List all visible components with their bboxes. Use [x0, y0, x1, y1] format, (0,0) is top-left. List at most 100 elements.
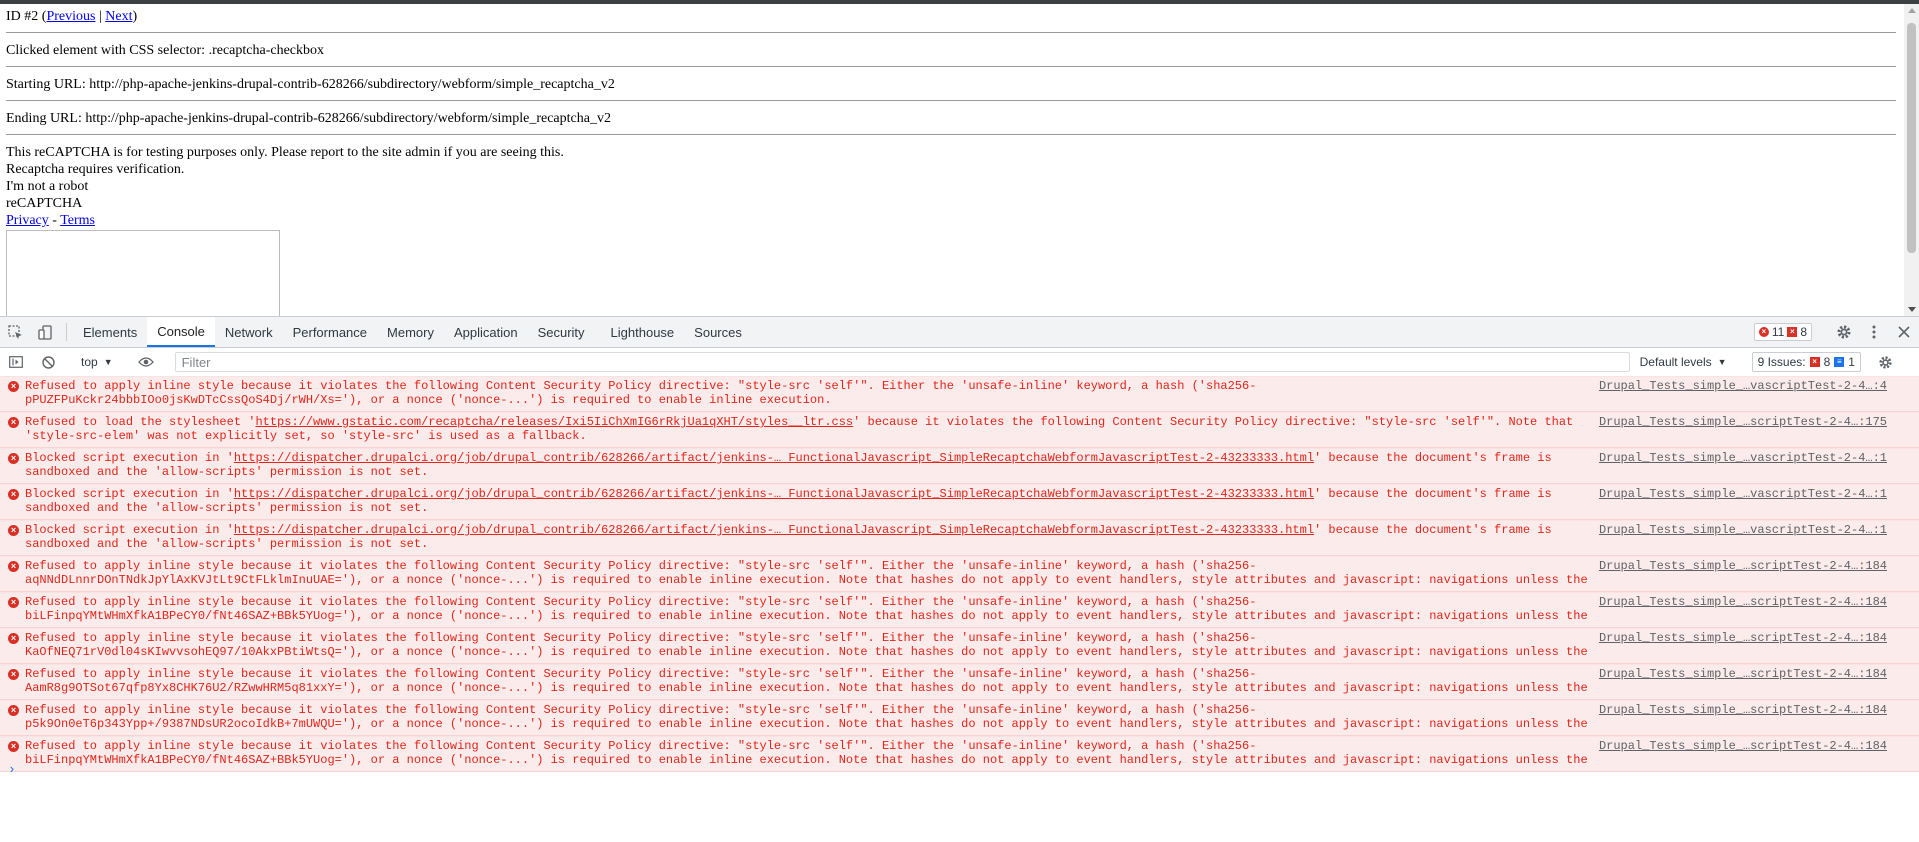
- message-text: Refused to load the stylesheet 'https://…: [25, 415, 1590, 443]
- tab-network[interactable]: Network: [215, 317, 283, 347]
- console-error-message: × Refused to load the stylesheet 'https:…: [0, 412, 1919, 448]
- message-text: Refused to apply inline style because it…: [25, 667, 1590, 695]
- message-url-link[interactable]: https://dispatcher.drupalci.org/job/drup…: [234, 523, 1314, 537]
- scrollbar-thumb[interactable]: [1907, 23, 1916, 253]
- tab-elements[interactable]: Elements: [73, 317, 147, 347]
- message-text: Refused to apply inline style because it…: [25, 559, 1590, 587]
- error-circle-icon: ×: [8, 381, 19, 392]
- divider: [6, 134, 1896, 135]
- message-text: Refused to apply inline style because it…: [25, 703, 1590, 731]
- console-error-message: × Refused to apply inline style because …: [0, 628, 1919, 664]
- recaptcha-links: Privacy - Terms: [6, 212, 1896, 229]
- message-line-2: biLFinpqYMtWHmXfkA1BPeCY0/fNt46SAZ+BBk5Y…: [25, 609, 1588, 623]
- console-error-message: × Refused to apply inline style because …: [0, 592, 1919, 628]
- settings-gear-icon[interactable]: [1829, 324, 1859, 340]
- warning-icon: ×: [1787, 327, 1798, 337]
- clear-console-icon[interactable]: [36, 348, 60, 376]
- message-text: Refused to apply inline style because it…: [25, 379, 1590, 407]
- message-url-link[interactable]: https://dispatcher.drupalci.org/job/drup…: [234, 487, 1314, 501]
- tab-security[interactable]: Security: [528, 317, 595, 347]
- message-line-2: p5k9On0eT6p343Ypp+/9387NDsUR2ocoIdkB+7mU…: [25, 717, 1588, 731]
- message-line-2: sandboxed and the 'allow-scripts' permis…: [25, 501, 429, 515]
- error-circle-icon: ×: [8, 561, 19, 572]
- privacy-link[interactable]: Privacy: [6, 213, 49, 228]
- scroll-down-arrow-icon[interactable]: [1908, 307, 1916, 312]
- issues-button[interactable]: 9 Issues: × 8 ≡ 1: [1751, 352, 1861, 372]
- recaptcha-brand: reCAPTCHA: [6, 196, 83, 211]
- id-line: ID #2 (Previous | Next): [6, 8, 1896, 25]
- message-source-link[interactable]: Drupal_Tests_simple_…scriptTest-2-4…:184: [1599, 703, 1887, 717]
- warning-count: 8: [1800, 325, 1807, 339]
- message-line-1-suffix: ' because the document's frame is: [1314, 523, 1552, 537]
- toolbar-separator: [66, 323, 67, 341]
- page-content: ID #2 (Previous | Next) Clicked element …: [6, 8, 1896, 316]
- message-line-1: Refused to apply inline style because it…: [25, 379, 1257, 393]
- page-scrollbar[interactable]: [1904, 4, 1919, 316]
- previous-link[interactable]: Previous: [46, 9, 95, 24]
- tab-sources[interactable]: Sources: [684, 317, 752, 347]
- error-circle-icon: ×: [8, 489, 19, 500]
- filter-input[interactable]: [174, 352, 1630, 372]
- console-error-message: × Refused to apply inline style because …: [0, 556, 1919, 592]
- error-warning-counter[interactable]: × 11 × 8: [1753, 323, 1812, 341]
- more-options-kebab-icon[interactable]: [1859, 325, 1889, 339]
- message-source-link[interactable]: Drupal_Tests_simple_…scriptTest-2-4…:184: [1599, 667, 1887, 681]
- devtools-panel: Elements Console Network Performance Mem…: [0, 316, 1919, 842]
- issues-info-count: 1: [1848, 355, 1855, 369]
- message-source-link[interactable]: Drupal_Tests_simple_…scriptTest-2-4…:184: [1599, 739, 1887, 753]
- issue-error-icon: ×: [1809, 357, 1820, 367]
- divider: [6, 66, 1896, 67]
- recaptcha-iframe-box[interactable]: [6, 230, 280, 316]
- message-line-1: Refused to apply inline style because it…: [25, 559, 1257, 573]
- tab-lighthouse[interactable]: Lighthouse: [595, 317, 685, 347]
- live-expression-eye-icon[interactable]: [134, 348, 158, 376]
- starting-url-text: Starting URL: http://php-apache-jenkins-…: [6, 77, 615, 92]
- recaptcha-notice: This reCAPTCHA is for testing purposes o…: [6, 145, 564, 160]
- context-selector[interactable]: top ▼: [73, 355, 121, 369]
- message-line-1: Refused to apply inline style because it…: [25, 667, 1257, 681]
- message-text: Blocked script execution in 'https://dis…: [25, 523, 1590, 551]
- console-prompt-chevron-icon[interactable]: ›: [8, 762, 16, 777]
- devtools-tabbar: Elements Console Network Performance Mem…: [0, 316, 1919, 348]
- error-count: 11: [1771, 325, 1785, 339]
- message-source-link[interactable]: Drupal_Tests_simple_…vascriptTest-2-4…:4: [1599, 379, 1887, 393]
- message-source-link[interactable]: Drupal_Tests_simple_…scriptTest-2-4…:184: [1599, 595, 1887, 609]
- close-paren: ): [132, 9, 138, 24]
- console-error-message: × Blocked script execution in 'https://d…: [0, 520, 1919, 556]
- tab-application[interactable]: Application: [444, 317, 528, 347]
- issues-label: 9 Issues:: [1757, 355, 1806, 369]
- message-source-link[interactable]: Drupal_Tests_simple_…vascriptTest-2-4…:1: [1599, 451, 1887, 465]
- tab-memory[interactable]: Memory: [377, 317, 444, 347]
- message-source-link[interactable]: Drupal_Tests_simple_…scriptTest-2-4…:184: [1599, 631, 1887, 645]
- console-settings-gear-icon[interactable]: [1874, 348, 1898, 376]
- close-devtools-icon[interactable]: [1889, 326, 1919, 338]
- scroll-up-arrow-icon[interactable]: [1908, 8, 1916, 13]
- tab-performance[interactable]: Performance: [283, 317, 377, 347]
- error-circle-icon: ×: [8, 669, 19, 680]
- message-text: Refused to apply inline style because it…: [25, 595, 1590, 623]
- next-link[interactable]: Next: [105, 9, 132, 24]
- error-circle-icon: ×: [8, 633, 19, 644]
- message-source-link[interactable]: Drupal_Tests_simple_…scriptTest-2-4…:175: [1599, 415, 1887, 429]
- message-text: Refused to apply inline style because it…: [25, 739, 1590, 767]
- message-source-link[interactable]: Drupal_Tests_simple_…vascriptTest-2-4…:1: [1599, 487, 1887, 501]
- message-source-link[interactable]: Drupal_Tests_simple_…scriptTest-2-4…:184: [1599, 559, 1887, 573]
- message-source-link[interactable]: Drupal_Tests_simple_…vascriptTest-2-4…:1: [1599, 523, 1887, 537]
- log-levels-dropdown[interactable]: Default levels ▼: [1630, 355, 1737, 369]
- device-toolbar-icon[interactable]: [30, 317, 60, 347]
- ending-url-text: Ending URL: http://php-apache-jenkins-dr…: [6, 111, 611, 126]
- issue-info-icon: ≡: [1834, 357, 1845, 367]
- not-robot-label[interactable]: I'm not a robot: [6, 178, 1896, 195]
- context-value: top: [81, 355, 98, 369]
- error-circle-icon: ×: [8, 705, 19, 716]
- message-url-link[interactable]: https://www.gstatic.com/recaptcha/releas…: [255, 415, 853, 429]
- error-circle-icon: ×: [8, 741, 19, 752]
- message-line-2: KaOfNEQ71rV0dl04sKIwvvsohEQ97/10AkxPBtiW…: [25, 645, 1588, 659]
- message-line-1: Refused to apply inline style because it…: [25, 739, 1257, 753]
- inspect-element-icon[interactable]: [0, 317, 30, 347]
- terms-link[interactable]: Terms: [60, 213, 95, 228]
- tab-console[interactable]: Console: [147, 317, 215, 347]
- show-sidebar-icon[interactable]: [4, 348, 28, 376]
- message-url-link[interactable]: https://dispatcher.drupalci.org/job/drup…: [234, 451, 1314, 465]
- dropdown-arrow-icon: ▼: [1717, 357, 1727, 367]
